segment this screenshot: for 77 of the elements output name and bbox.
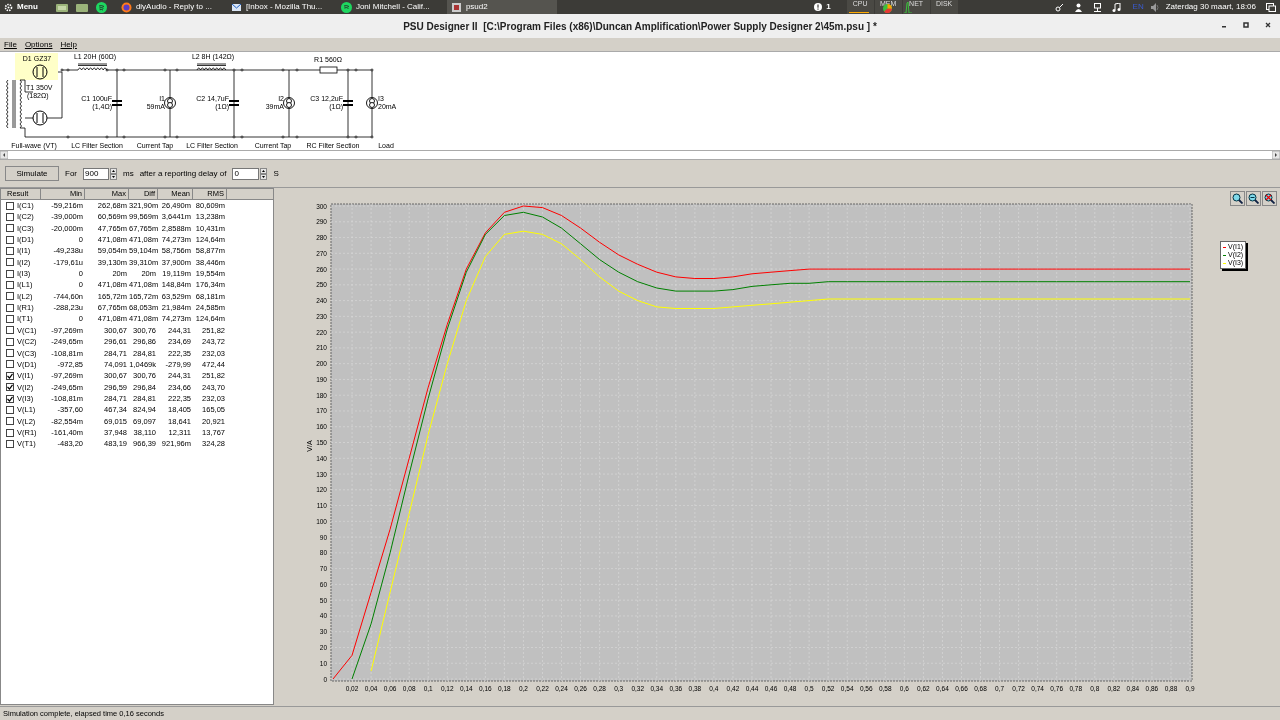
current-source-icon[interactable] <box>283 97 295 109</box>
checkbox[interactable] <box>6 439 14 448</box>
capacitor-icon[interactable] <box>229 100 239 106</box>
transformer-drawing[interactable] <box>6 79 26 129</box>
unit-label: ms <box>123 167 134 180</box>
zoom-reset-icon <box>1264 193 1275 204</box>
checkbox[interactable] <box>6 349 14 358</box>
resistor-icon[interactable] <box>319 66 338 74</box>
checkbox[interactable] <box>6 360 14 369</box>
spinner-icon[interactable] <box>110 167 117 180</box>
capacitor-icon[interactable] <box>112 100 122 106</box>
browser-icon <box>120 1 132 13</box>
checkbox[interactable] <box>6 303 14 312</box>
spinner-icon[interactable] <box>260 167 268 180</box>
key-icon[interactable] <box>1054 2 1064 12</box>
music-icon <box>340 1 352 13</box>
checkbox[interactable] <box>6 201 14 210</box>
taskbar-button[interactable]: psud2 <box>446 0 557 14</box>
capacitor-icon[interactable] <box>343 100 353 106</box>
window-title: PSU Designer II [C:\Program Files (x86)\Duncan Amplification\Power Supply Designer 2\45m.psu ] * <box>403 19 877 34</box>
taskbar-button[interactable]: [Inbox - Mozilla Thu... <box>226 0 337 14</box>
menu-item[interactable]: Options <box>24 38 53 51</box>
mail-icon <box>230 1 242 13</box>
taskbar-button[interactable]: Joni Mitchell - Calif... <box>336 0 447 14</box>
checkbox[interactable] <box>6 235 14 244</box>
unit-label: S <box>273 167 279 180</box>
music-icon[interactable] <box>1111 2 1121 12</box>
clock[interactable]: Zaterdag 30 maart, 18:06 <box>1165 1 1256 13</box>
for-label: For <box>65 167 77 180</box>
folder-icon[interactable] <box>75 2 88 12</box>
scroll-right-icon[interactable] <box>1272 151 1280 159</box>
checkbox[interactable] <box>6 394 14 403</box>
delay-label: after a reporting delay of <box>139 167 227 180</box>
notification-button[interactable]: 1 <box>814 1 831 13</box>
alert-icon <box>814 3 823 11</box>
checkbox[interactable] <box>6 428 14 437</box>
inductor-drawing[interactable] <box>196 63 227 71</box>
user-icon[interactable] <box>1073 2 1083 12</box>
current-source-icon[interactable] <box>164 97 176 109</box>
checkbox[interactable] <box>6 247 14 256</box>
taskbar-button[interactable]: diyAudio - Reply to ... <box>116 0 227 14</box>
network-icon[interactable] <box>1092 2 1102 12</box>
menu-item[interactable]: Help <box>60 38 77 51</box>
close-icon[interactable] <box>1264 21 1272 29</box>
pie-icon <box>882 4 892 13</box>
simulate-button[interactable]: Simulate <box>5 166 59 181</box>
zoom-button[interactable] <box>1262 191 1277 206</box>
checkbox[interactable] <box>6 292 14 301</box>
menu-button[interactable]: Menu <box>0 0 42 14</box>
maximize-icon[interactable] <box>1242 21 1250 29</box>
windows-icon[interactable] <box>1266 2 1276 12</box>
menu-item[interactable]: File <box>4 38 17 51</box>
zoom-button[interactable] <box>1246 191 1261 206</box>
checkbox[interactable] <box>6 281 14 290</box>
zoom-out-icon <box>1248 193 1259 204</box>
zoom-button[interactable] <box>1230 191 1245 206</box>
scroll-left-icon[interactable] <box>0 151 8 159</box>
checkbox[interactable] <box>6 371 14 380</box>
app-icon <box>450 1 462 13</box>
checkbox[interactable] <box>6 224 14 233</box>
speaker-icon[interactable] <box>1149 2 1160 12</box>
checkbox[interactable] <box>6 269 14 278</box>
gear-icon <box>4 2 13 12</box>
number-field[interactable]: 900 <box>83 167 109 180</box>
checkbox[interactable] <box>6 213 14 221</box>
checkbox[interactable] <box>6 405 14 414</box>
zoom-in-icon <box>1232 193 1243 204</box>
checkbox[interactable] <box>6 326 14 335</box>
inductor-drawing[interactable] <box>77 63 108 71</box>
checkbox[interactable] <box>6 258 14 267</box>
folder-icon[interactable] <box>55 2 68 12</box>
checkbox[interactable] <box>6 315 14 324</box>
checkbox[interactable] <box>6 337 14 346</box>
checkbox[interactable] <box>6 417 14 426</box>
number-field[interactable]: 0 <box>232 167 260 180</box>
current-source-icon[interactable] <box>366 97 378 109</box>
checkbox[interactable] <box>6 383 14 392</box>
